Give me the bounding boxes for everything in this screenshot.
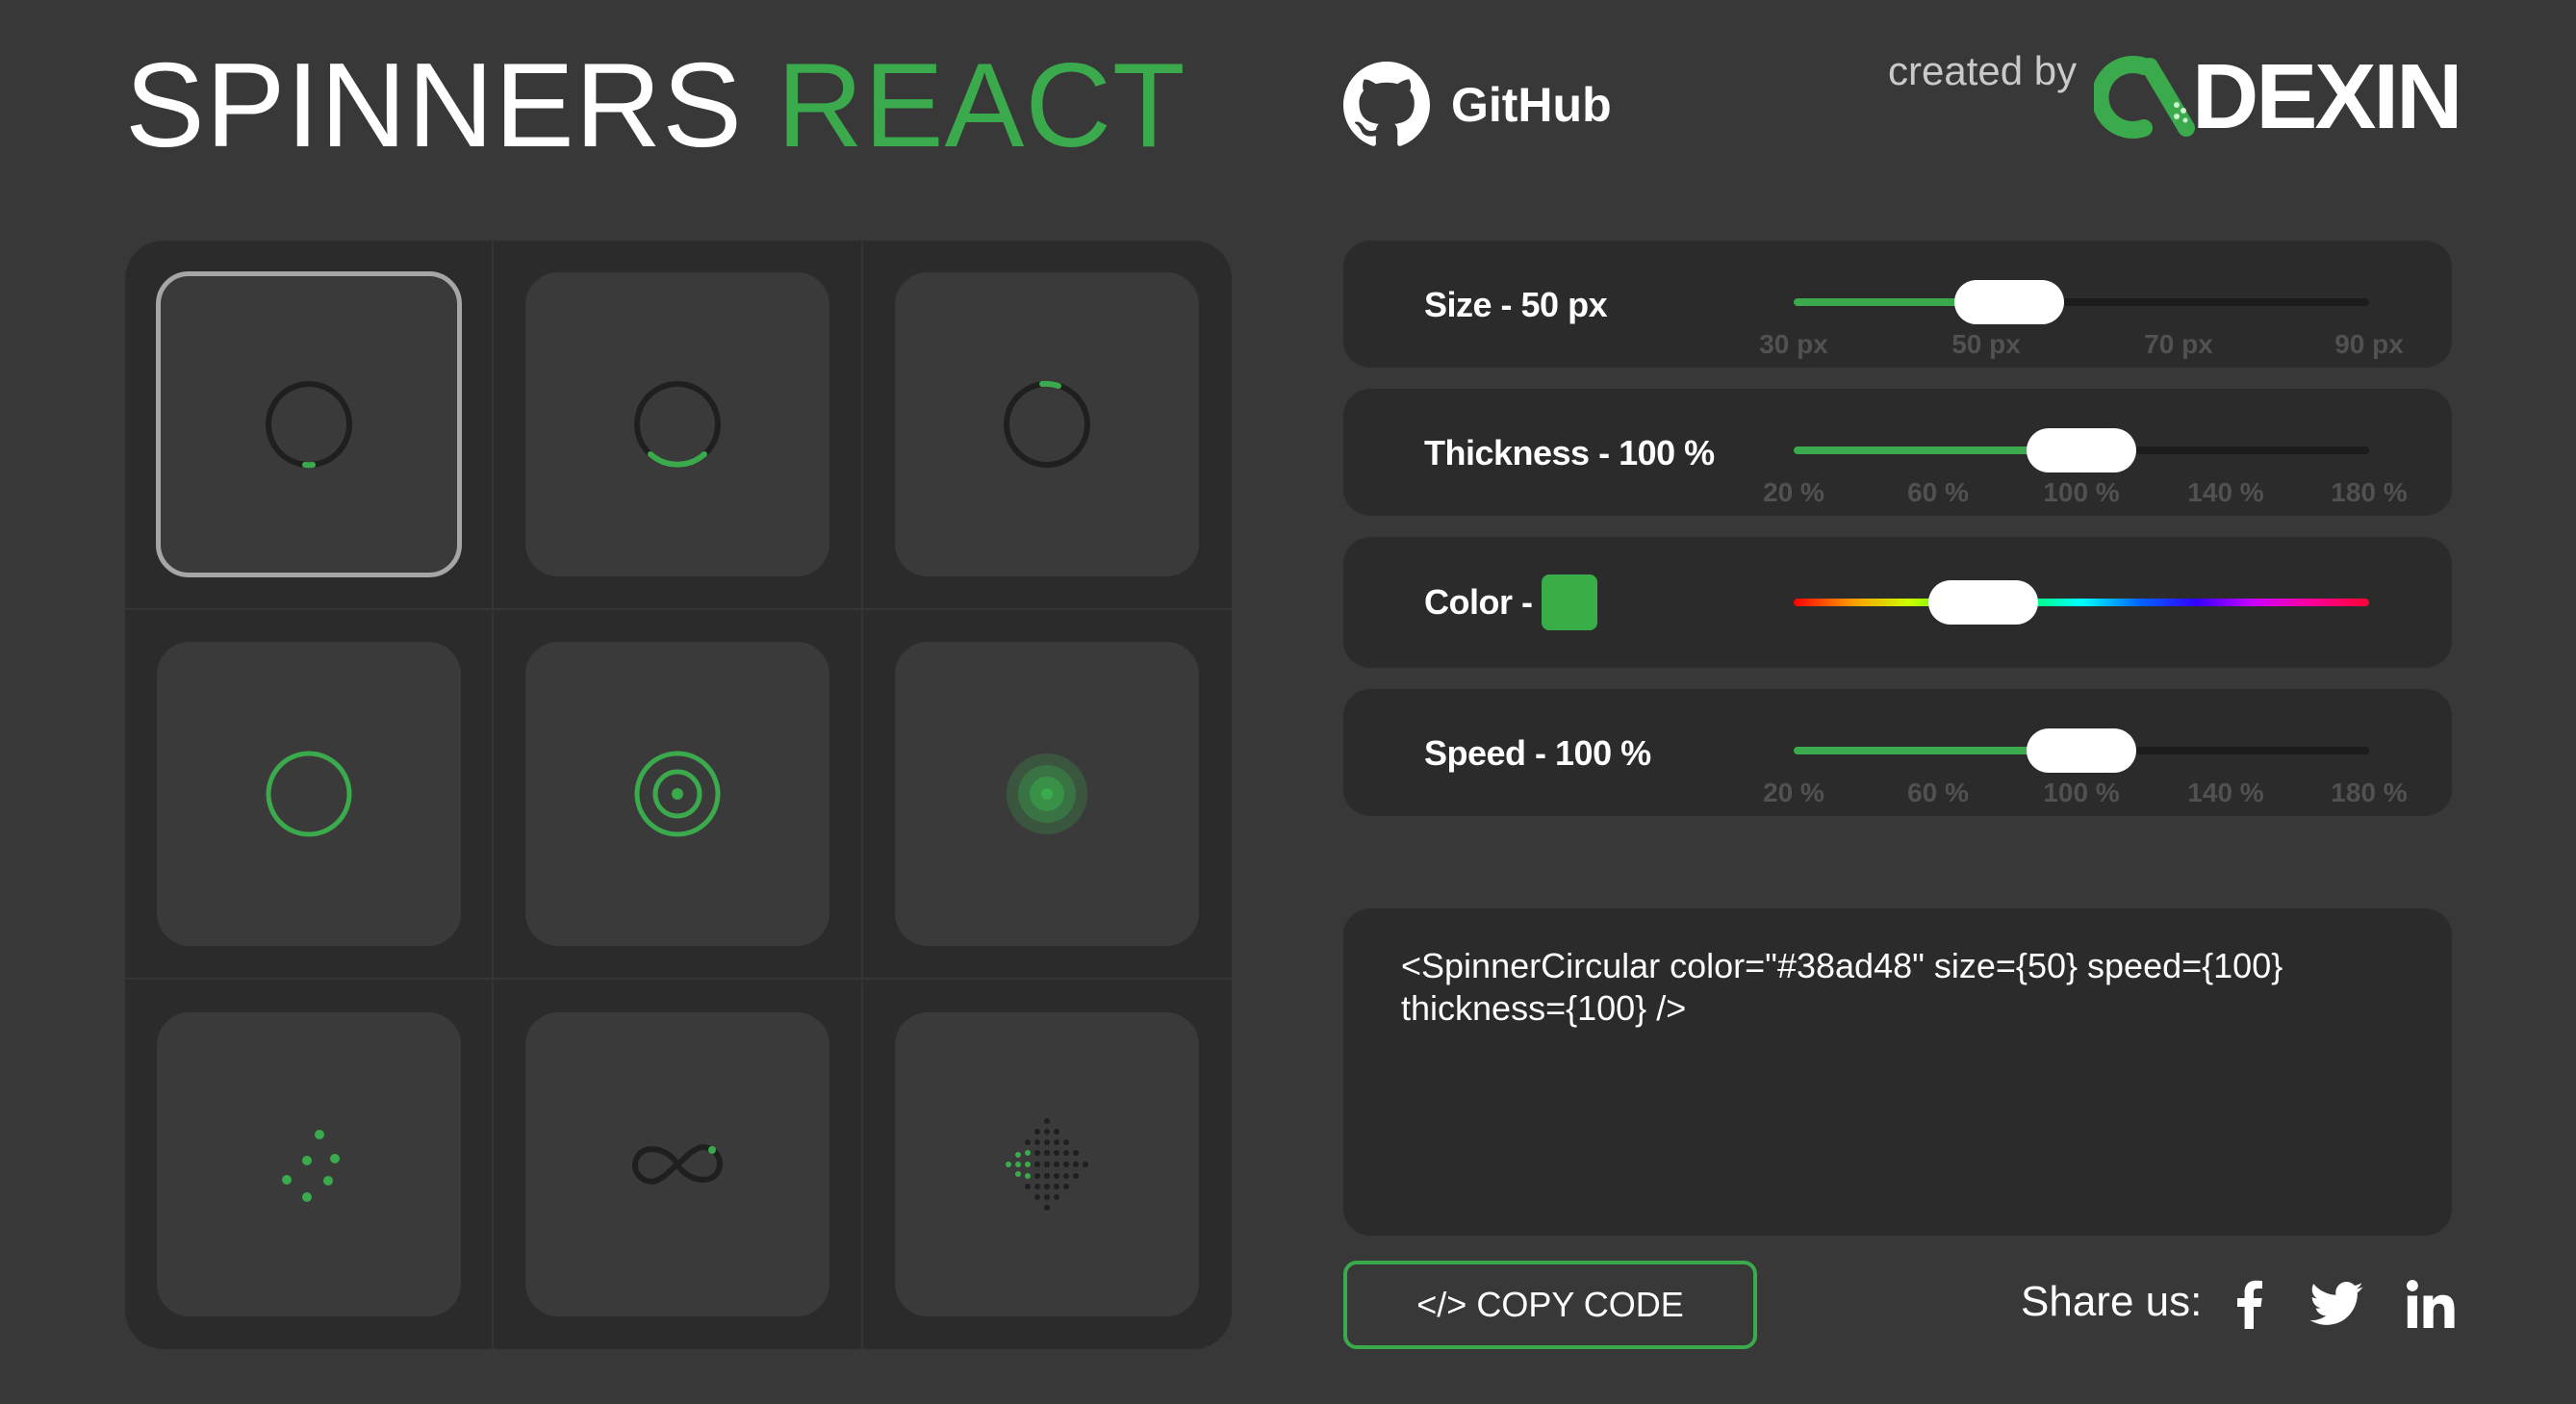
size-slider-thumb[interactable]: [1954, 280, 2065, 324]
code-line: thickness={100} />: [1401, 988, 1687, 1028]
adexin-logo-mark-icon: [2094, 56, 2195, 139]
speed-tick: 140 %: [2187, 778, 2264, 807]
title-spinners: SPINNERS: [125, 39, 743, 172]
spinner-card-circular[interactable]: [155, 271, 462, 577]
speed-tick: 20 %: [1763, 778, 1824, 807]
speed-slider-track[interactable]: [1794, 728, 2369, 773]
circular-split-spinner-icon: [1004, 380, 1091, 468]
linkedin-icon: [2407, 1280, 2455, 1328]
size-tick: 90 px: [2334, 329, 2404, 359]
speed-slider-thumb[interactable]: [2027, 728, 2136, 773]
spinner-cell: [862, 241, 1232, 610]
spinner-cell: [494, 241, 863, 610]
size-control: Size - 50 px 30 px 50 px 70 px 90 px: [1343, 241, 2452, 368]
speed-label: Speed - 100 %: [1424, 733, 1651, 773]
color-control: Color -: [1343, 537, 2452, 668]
code-output[interactable]: <SpinnerCircular color="#38ad48" size={5…: [1343, 908, 2452, 1236]
page-title: SPINNERS REACT: [125, 46, 1186, 166]
speed-tick: 60 %: [1907, 778, 1969, 807]
color-swatch: [1542, 574, 1598, 630]
size-tick: 30 px: [1759, 329, 1828, 359]
share-label: Share us:: [2021, 1278, 2203, 1325]
size-tick: 50 px: [1951, 329, 2021, 359]
spinner-card-circular-split[interactable]: [895, 272, 1200, 576]
thickness-tick: 140 %: [2187, 477, 2264, 507]
spinner-cell: [125, 610, 495, 980]
thickness-slider-track[interactable]: [1794, 428, 2369, 472]
copy-code-button[interactable]: </> COPY CODE: [1343, 1261, 1757, 1349]
facebook-link[interactable]: [2223, 1277, 2277, 1331]
github-label: GitHub: [1451, 78, 1612, 132]
circular-fixed-spinner-icon: [633, 381, 721, 468]
spinner-cell: [125, 241, 495, 610]
dotted-spinner-icon: [281, 1130, 340, 1202]
spinner-card-circular-fixed[interactable]: [524, 272, 829, 576]
color-label: Color -: [1424, 582, 1533, 622]
thickness-tick: 180 %: [2331, 477, 2408, 507]
size-label: Size - 50 px: [1424, 285, 1608, 324]
linkedin-link[interactable]: [2404, 1277, 2458, 1331]
circular-spinner-icon: [265, 381, 352, 469]
twitter-link[interactable]: [2309, 1277, 2363, 1331]
twitter-icon: [2309, 1282, 2363, 1325]
thickness-tick: 20 %: [1763, 477, 1824, 507]
round-spinner-icon: [266, 751, 352, 837]
adexin-logo[interactable]: DEXIN: [2094, 51, 2462, 143]
github-icon: [1343, 62, 1430, 146]
thickness-label: Thickness - 100 %: [1424, 433, 1715, 472]
speed-tick: 100 %: [2043, 778, 2120, 807]
title-react: REACT: [777, 39, 1186, 172]
spinner-card-infinity[interactable]: [524, 1012, 829, 1316]
spinner-cell: [494, 610, 863, 980]
speed-control: Speed - 100 % 20 % 60 % 100 % 140 % 180 …: [1343, 689, 2452, 816]
created-by-label: created by: [1888, 48, 2078, 93]
github-link[interactable]: GitHub: [1343, 62, 1612, 148]
size-slider-track[interactable]: [1794, 280, 2369, 324]
round-filled-spinner-icon: [1007, 753, 1088, 834]
spinner-grid: [125, 241, 1232, 1349]
thickness-tick: 60 %: [1907, 477, 1969, 507]
logo-word: DEXIN: [2192, 45, 2462, 148]
spinner-card-round-outlined[interactable]: [524, 642, 829, 946]
thickness-control: Thickness - 100 % 20 % 60 % 100 % 140 % …: [1343, 389, 2452, 516]
spinner-card-diamond[interactable]: [895, 1012, 1200, 1316]
round-outlined-spinner-icon: [634, 751, 721, 837]
thickness-slider-thumb[interactable]: [2027, 428, 2136, 472]
size-tick: 70 px: [2144, 329, 2213, 359]
spinner-cell: [863, 980, 1232, 1349]
spinner-cell: [494, 980, 863, 1349]
spinner-cell: [125, 980, 495, 1349]
thickness-tick: 100 %: [2043, 477, 2120, 507]
spinner-card-round-filled[interactable]: [895, 642, 1200, 946]
spinner-cell: [862, 610, 1232, 980]
color-label-group: Color -: [1424, 574, 1598, 630]
speed-tick: 180 %: [2331, 778, 2408, 807]
diamond-spinner-icon: [1006, 1118, 1089, 1211]
color-slider-track[interactable]: [1794, 580, 2369, 625]
spinner-card-dotted[interactable]: [156, 1012, 461, 1316]
spinner-card-round[interactable]: [156, 642, 461, 946]
infinity-spinner-icon: [632, 1144, 723, 1185]
facebook-icon: [2237, 1280, 2262, 1329]
code-line: <SpinnerCircular color="#38ad48" size={5…: [1401, 946, 2283, 985]
color-slider-thumb[interactable]: [1928, 580, 2039, 625]
